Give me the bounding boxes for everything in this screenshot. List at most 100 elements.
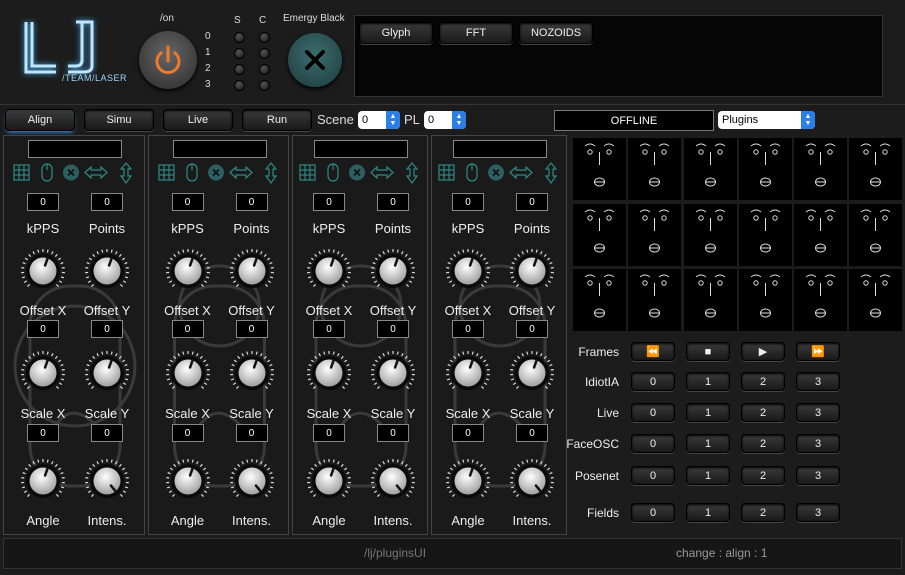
faceosc-button-1[interactable]: 1 (686, 434, 730, 453)
face-thumbnail[interactable] (628, 138, 681, 200)
kpps-field[interactable]: 0 (171, 193, 204, 211)
tab-simu[interactable]: Simu (84, 109, 154, 131)
kpps-field[interactable]: 0 (452, 193, 484, 211)
faceosc-button-0[interactable]: 0 (631, 434, 675, 453)
posenet-button-1[interactable]: 1 (686, 466, 730, 485)
emergency-button[interactable] (288, 33, 342, 87)
fields-button-0[interactable]: 0 (631, 503, 675, 522)
scale-x-field[interactable]: 0 (171, 424, 204, 442)
angle-knob[interactable] (446, 459, 490, 503)
scale-x-knob[interactable] (307, 351, 351, 395)
points-field[interactable]: 0 (516, 193, 548, 211)
frames-play-button[interactable]: ▶ (741, 342, 785, 361)
live-button-1[interactable]: 1 (686, 403, 730, 422)
offset-y-field[interactable]: 0 (235, 320, 268, 338)
offset-x-field[interactable]: 0 (27, 320, 59, 338)
tab-nozoids[interactable]: NOZOIDS (519, 22, 593, 44)
laser-name-field[interactable] (314, 140, 408, 158)
scale-x-knob[interactable] (165, 351, 210, 395)
fields-button-1[interactable]: 1 (686, 503, 730, 522)
laser-name-field[interactable] (28, 140, 122, 158)
angle-knob[interactable] (307, 459, 351, 503)
laser-name-field[interactable] (453, 140, 547, 158)
scale-x-field[interactable]: 0 (27, 424, 59, 442)
idiotia-button-3[interactable]: 3 (796, 372, 840, 391)
intensity-knob[interactable] (510, 459, 554, 503)
intensity-knob[interactable] (85, 459, 129, 503)
scale-y-field[interactable]: 0 (516, 424, 548, 442)
offset-x-knob[interactable] (446, 249, 490, 293)
offset-y-field[interactable]: 0 (91, 320, 123, 338)
idiotia-button-1[interactable]: 1 (686, 372, 730, 391)
live-button-0[interactable]: 0 (631, 403, 675, 422)
offset-x-field[interactable]: 0 (171, 320, 204, 338)
fields-button-2[interactable]: 2 (741, 503, 785, 522)
pl-select[interactable]: 0 ▲ ▼ (424, 111, 466, 129)
intensity-knob[interactable] (371, 459, 415, 503)
face-thumbnail[interactable] (573, 269, 626, 331)
face-thumbnail[interactable] (739, 269, 792, 331)
offset-x-knob[interactable] (307, 249, 351, 293)
points-field[interactable]: 0 (377, 193, 409, 211)
scale-y-field[interactable]: 0 (235, 424, 268, 442)
face-thumbnail[interactable] (684, 269, 737, 331)
scale-x-knob[interactable] (21, 351, 65, 395)
scale-y-field[interactable]: 0 (377, 424, 409, 442)
posenet-button-3[interactable]: 3 (796, 466, 840, 485)
power-button[interactable] (139, 31, 197, 89)
offset-x-field[interactable]: 0 (452, 320, 484, 338)
tab-live[interactable]: Live (163, 109, 233, 131)
face-thumbnail[interactable] (849, 204, 902, 266)
kpps-field[interactable]: 0 (27, 193, 59, 211)
face-thumbnail[interactable] (739, 204, 792, 266)
points-field[interactable]: 0 (235, 193, 268, 211)
offset-y-knob[interactable] (229, 249, 274, 293)
face-thumbnail[interactable] (739, 138, 792, 200)
kpps-field[interactable]: 0 (313, 193, 345, 211)
fields-button-3[interactable]: 3 (796, 503, 840, 522)
face-thumbnail[interactable] (684, 204, 737, 266)
frames-rewind-button[interactable]: ⏪ (631, 342, 675, 361)
angle-knob[interactable] (165, 459, 210, 503)
face-thumbnail[interactable] (684, 138, 737, 200)
face-thumbnail[interactable] (794, 269, 847, 331)
idiotia-button-2[interactable]: 2 (741, 372, 785, 391)
offset-x-knob[interactable] (165, 249, 210, 293)
scale-x-field[interactable]: 0 (313, 424, 345, 442)
offset-x-field[interactable]: 0 (313, 320, 345, 338)
tab-run[interactable]: Run (242, 109, 312, 131)
offset-y-knob[interactable] (510, 249, 554, 293)
offset-y-field[interactable]: 0 (377, 320, 409, 338)
scale-y-knob[interactable] (229, 351, 274, 395)
live-button-2[interactable]: 2 (741, 403, 785, 422)
face-thumbnail[interactable] (573, 138, 626, 200)
tab-align[interactable]: Align (5, 109, 75, 131)
offset-x-knob[interactable] (21, 249, 65, 293)
plugins-select[interactable]: Plugins ▲ ▼ (718, 111, 815, 129)
face-thumbnail[interactable] (849, 269, 902, 331)
posenet-button-2[interactable]: 2 (741, 466, 785, 485)
laser-name-field[interactable] (172, 140, 267, 158)
idiotia-button-0[interactable]: 0 (631, 372, 675, 391)
frames-stop-button[interactable]: ■ (686, 342, 730, 361)
face-thumbnail[interactable] (794, 138, 847, 200)
live-button-3[interactable]: 3 (796, 403, 840, 422)
posenet-button-0[interactable]: 0 (631, 466, 675, 485)
scale-y-knob[interactable] (85, 351, 129, 395)
scale-y-field[interactable]: 0 (91, 424, 123, 442)
faceosc-button-2[interactable]: 2 (741, 434, 785, 453)
scene-select[interactable]: 0 ▲ ▼ (358, 111, 400, 129)
points-field[interactable]: 0 (91, 193, 123, 211)
faceosc-button-3[interactable]: 3 (796, 434, 840, 453)
offset-y-field[interactable]: 0 (516, 320, 548, 338)
scale-y-knob[interactable] (371, 351, 415, 395)
face-thumbnail[interactable] (794, 204, 847, 266)
tab-fft[interactable]: FFT (439, 22, 513, 44)
angle-knob[interactable] (21, 459, 65, 503)
scale-x-field[interactable]: 0 (452, 424, 484, 442)
offset-y-knob[interactable] (85, 249, 129, 293)
frames-forward-button[interactable]: ⏩ (796, 342, 840, 361)
offset-y-knob[interactable] (371, 249, 415, 293)
tab-glyph[interactable]: Glyph (359, 22, 433, 44)
face-thumbnail[interactable] (849, 138, 902, 200)
